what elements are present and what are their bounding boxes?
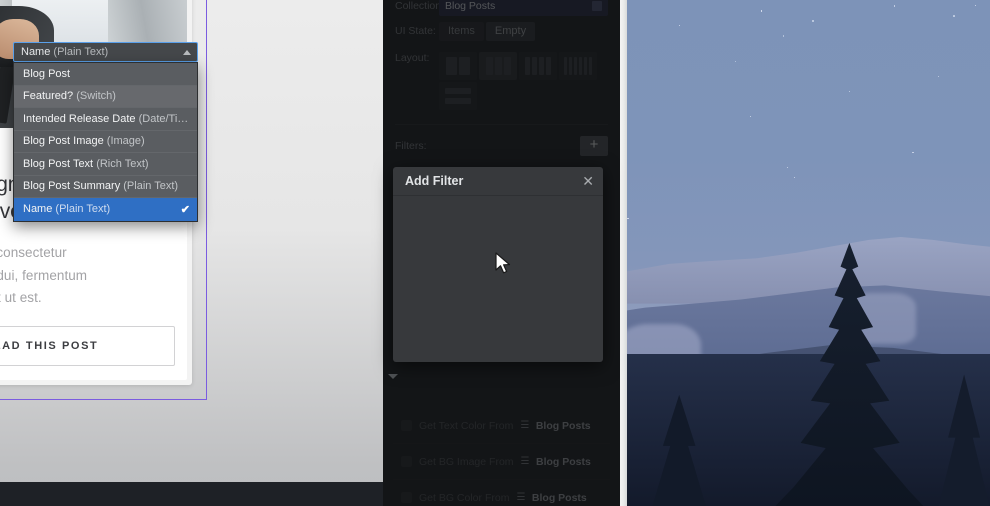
star <box>735 61 736 62</box>
collection-select[interactable]: Blog Posts <box>439 0 608 16</box>
modal-header: Add Filter ✕ <box>393 167 603 196</box>
checkbox-icon[interactable] <box>401 492 412 503</box>
collection-value: Blog Posts <box>445 0 495 12</box>
database-icon: ☰ <box>520 420 528 431</box>
layout-2col-button[interactable] <box>439 52 477 80</box>
chevron-up-icon[interactable] <box>183 50 191 55</box>
arrow-row-icon <box>445 98 471 104</box>
binding-row-bg-color[interactable]: Get BG Color From ☰ Blog Posts <box>393 480 610 506</box>
layout-rows-button[interactable] <box>439 82 477 110</box>
star <box>761 10 763 12</box>
layout-options[interactable] <box>439 52 599 110</box>
star <box>627 218 628 219</box>
close-icon[interactable]: ✕ <box>582 174 594 188</box>
filters-row[interactable]: Filters: + <box>383 129 620 163</box>
canvas-footer-section <box>0 482 383 506</box>
ui-state-row[interactable]: UI State: Items Empty <box>383 16 620 46</box>
layout-row[interactable]: Layout: <box>383 46 620 110</box>
chevron-down-icon[interactable] <box>388 374 398 379</box>
filters-label: Filters: <box>395 140 439 152</box>
check-icon: ✔ <box>181 203 190 216</box>
option-intended-release-date[interactable]: Intended Release Date (Date/Ti… <box>14 108 197 131</box>
mouse-cursor <box>495 252 513 276</box>
binding-collection: Blog Posts <box>536 456 591 468</box>
binding-label: Get BG Image From <box>419 456 514 468</box>
chevron-down-icon[interactable] <box>592 1 602 11</box>
binding-collection: Blog Posts <box>536 420 591 432</box>
ui-state-items-button[interactable]: Items <box>439 22 484 41</box>
checkbox-icon[interactable] <box>401 456 412 467</box>
layout-label: Layout: <box>395 52 439 64</box>
layout-6col-button[interactable] <box>559 52 597 80</box>
option-featured[interactable]: Featured? (Switch) <box>14 86 197 109</box>
layout-4col-button[interactable] <box>519 52 557 80</box>
ui-state-label: UI State: <box>395 25 439 37</box>
database-icon: ☰ <box>516 492 524 503</box>
modal-title: Add Filter <box>405 174 463 188</box>
arrow-row-icon <box>445 88 471 94</box>
binding-collection: Blog Posts <box>532 492 587 504</box>
binding-row-text-color[interactable]: Get Text Color From ☰ Blog Posts <box>393 408 610 444</box>
collection-row[interactable]: Collection: Blog Posts <box>383 0 620 16</box>
checkbox-icon[interactable] <box>401 420 412 431</box>
filter-field-options-list[interactable]: Blog Post Featured? (Switch) Intended Re… <box>13 62 198 222</box>
add-filter-button[interactable]: + <box>580 136 608 156</box>
star <box>783 35 784 36</box>
canvas-edge-strip <box>620 0 627 506</box>
layout-3col-button[interactable] <box>479 52 517 80</box>
ui-state-empty-button[interactable]: Empty <box>486 22 535 41</box>
panel-divider <box>395 124 608 125</box>
option-blog-post-text[interactable]: Blog Post Text (Rich Text) <box>14 153 197 176</box>
binding-label: Get BG Color From <box>419 492 509 504</box>
option-name-selected[interactable]: Name (Plain Text) ✔ <box>14 198 197 221</box>
background-photo <box>620 0 990 506</box>
option-blog-post-image[interactable]: Blog Post Image (Image) <box>14 131 197 154</box>
filter-field-value: Name (Plain Text) <box>21 46 108 58</box>
star <box>812 20 813 21</box>
option-blog-post[interactable]: Blog Post <box>14 63 197 86</box>
star <box>953 15 955 17</box>
data-binding-list[interactable]: Get Text Color From ☰ Blog Posts Get BG … <box>383 408 620 506</box>
binding-label: Get Text Color From <box>419 420 513 432</box>
collection-label: Collection: <box>395 0 439 12</box>
filter-field-select[interactable]: Name (Plain Text) <box>13 42 198 62</box>
binding-row-bg-image[interactable]: Get BG Image From ☰ Blog Posts <box>393 444 610 480</box>
database-icon: ☰ <box>521 456 529 467</box>
option-blog-post-summary[interactable]: Blog Post Summary (Plain Text) <box>14 176 197 199</box>
